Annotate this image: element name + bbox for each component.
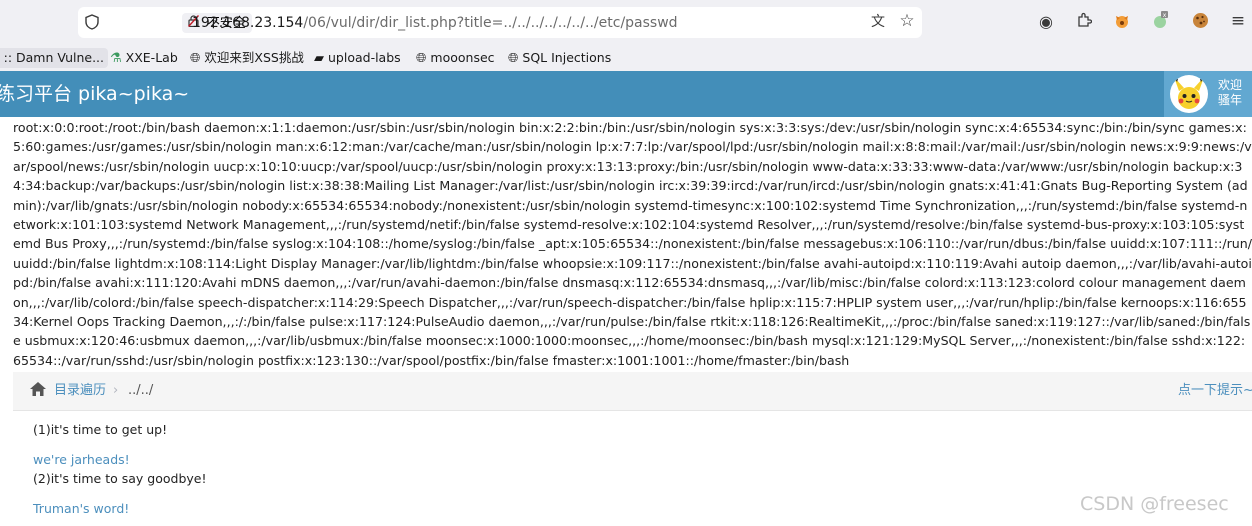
bookmark-sql-injections[interactable]: 🌐︎ SQL Injections	[508, 48, 611, 68]
bookmark-damn-vulnerable[interactable]: o :: Damn Vulne...	[0, 48, 109, 68]
breadcrumb-link-dir-traversal[interactable]: 目录遍历	[54, 382, 106, 400]
extension-fox-icon[interactable]	[1112, 12, 1132, 34]
jarheads-link[interactable]: we're jarheads!	[33, 451, 130, 469]
site-title[interactable]: 练习平台 pika~pika~	[0, 81, 189, 107]
breadcrumb: 目录遍历 › ../../ 点一下提示~	[13, 372, 1252, 411]
bookmark-label: upload-labs	[328, 50, 401, 65]
content-line-2: (2)it's time to say goodbye!	[33, 471, 207, 486]
hint-link[interactable]: 点一下提示~	[1178, 382, 1252, 400]
welcome-label: 欢迎	[1218, 78, 1243, 92]
bookmark-label: 欢迎来到XSS挑战	[204, 50, 304, 65]
bookmark-mooonsec[interactable]: 🌐︎ mooonsec	[416, 48, 495, 68]
bookmarks-bar: o :: Damn Vulne... ⚗ XXE-Lab 🌐︎ 欢迎来到XSS挑战 …	[0, 44, 1252, 71]
address-bar[interactable]: 不安全 192.168.23.154/06/vul/dir/dir_list.p…	[78, 7, 922, 38]
globe-icon: 🌐︎	[190, 51, 201, 66]
account-icon[interactable]: ◉	[1036, 13, 1056, 31]
extension-puzzle-icon[interactable]: x	[1150, 10, 1170, 34]
bookmark-label: o :: Damn Vulne...	[0, 50, 105, 65]
extensions-icon[interactable]	[1074, 12, 1094, 32]
translate-icon[interactable]: 文	[868, 13, 888, 31]
bookmark-label: mooonsec	[430, 50, 495, 65]
avatar	[1170, 75, 1208, 113]
truman-link[interactable]: Truman's word!	[33, 500, 129, 518]
svg-text:x: x	[1163, 12, 1167, 19]
bookmark-upload-labs[interactable]: ▰ upload-labs	[314, 48, 401, 68]
page-header: 练习平台 pika~pika~ 欢迎 骚年	[0, 71, 1252, 117]
bookmark-label: SQL Injections	[522, 50, 612, 65]
browser-toolbar: 不安全 192.168.23.154/06/vul/dir/dir_list.p…	[0, 0, 1252, 44]
url-host: 192.168.23.154	[192, 15, 304, 31]
url-path: /06/vul/dir/dir_list.php?title=../../../…	[303, 15, 678, 31]
globe-icon: 🌐︎	[508, 51, 519, 66]
bookmark-xss-challenge[interactable]: 🌐︎ 欢迎来到XSS挑战	[190, 48, 304, 68]
url-text[interactable]: 192.168.23.154/06/vul/dir/dir_list.php?t…	[192, 13, 678, 33]
content-line-1: (1)it's time to get up!	[33, 422, 168, 437]
breadcrumb-separator: ›	[113, 383, 119, 398]
bookmark-xxe-lab[interactable]: ⚗ XXE-Lab	[110, 48, 178, 68]
shield-icon[interactable]	[82, 14, 102, 34]
folder-icon: ▰	[314, 51, 324, 66]
user-menu[interactable]: 欢迎 骚年	[1164, 71, 1252, 117]
globe-icon: 🌐︎	[416, 51, 427, 66]
menu-icon[interactable]: ≡	[1228, 12, 1248, 30]
watermark: CSDN @freesec	[1080, 493, 1229, 515]
flask-icon: ⚗	[110, 51, 122, 66]
cookie-icon[interactable]	[1190, 12, 1210, 33]
welcome-text: 欢迎 骚年	[1218, 78, 1252, 108]
username: 骚年	[1218, 93, 1243, 107]
bookmark-label: XXE-Lab	[125, 50, 178, 65]
file-contents-output: root:x:0:0:root:/root:/bin/bash daemon:x…	[13, 120, 1252, 368]
breadcrumb-current: ../../	[128, 383, 154, 398]
home-icon[interactable]	[29, 381, 47, 401]
bookmark-star-icon[interactable]: ☆	[897, 12, 917, 30]
